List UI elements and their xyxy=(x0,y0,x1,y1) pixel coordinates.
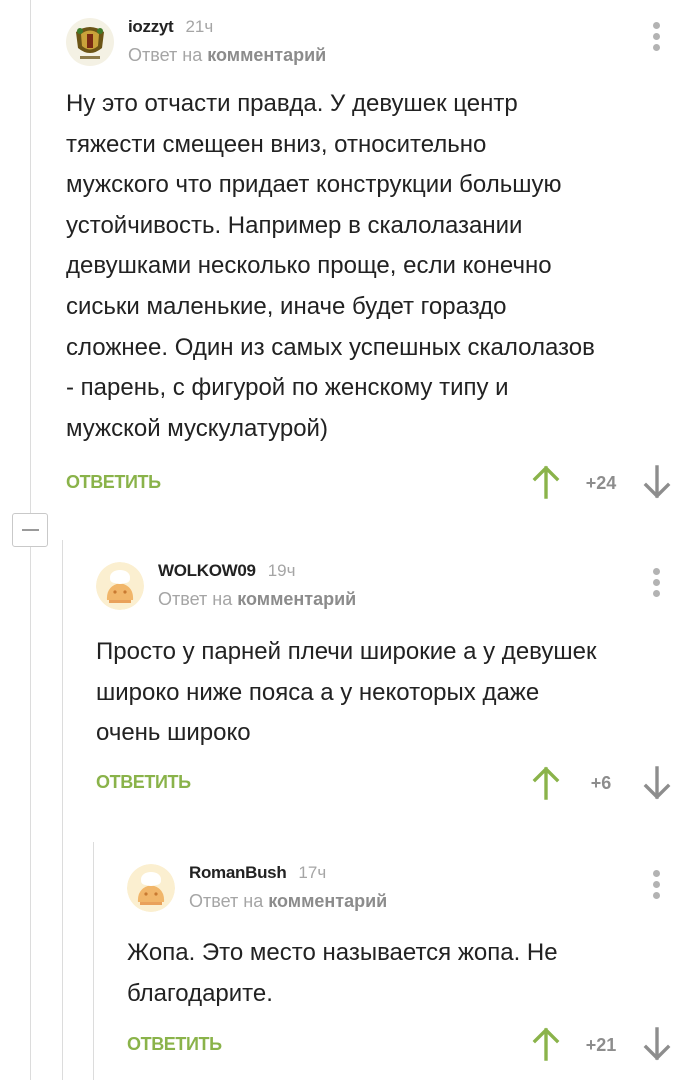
comment-author[interactable]: WOLKOW09 19ч xyxy=(158,561,296,581)
default-avatar-icon xyxy=(96,562,144,610)
reply-to-label: Ответ на комментарий xyxy=(189,891,388,911)
comment-author[interactable]: iozzyt 21ч xyxy=(128,17,213,37)
comment-time: 21ч xyxy=(185,17,214,36)
arrow-up-icon[interactable] xyxy=(531,766,561,800)
more-dots-icon[interactable] xyxy=(651,870,663,900)
thread-line xyxy=(93,842,94,1080)
comment-author[interactable]: RomanBush 17ч xyxy=(189,863,326,883)
comment-text: Ну это отчасти правда. У девушек центр т… xyxy=(66,90,595,442)
comment-time: 17ч xyxy=(298,863,327,882)
more-dots-icon[interactable] xyxy=(651,22,663,52)
arrow-up-icon[interactable] xyxy=(531,465,561,499)
reply-to-link[interactable]: комментарий xyxy=(207,45,326,65)
vote-score: +6 xyxy=(590,773,612,793)
collapse-minus-icon xyxy=(22,529,39,531)
arrow-down-icon[interactable] xyxy=(642,465,672,499)
more-dots-icon[interactable] xyxy=(651,568,663,598)
avatar[interactable] xyxy=(96,562,144,610)
reply-button[interactable]: ОТВЕТИТЬ xyxy=(96,772,191,793)
reply-to-link[interactable]: комментарий xyxy=(237,589,356,609)
vote-score: +21 xyxy=(585,1035,617,1055)
vote-score: +24 xyxy=(585,473,617,493)
reply-to-label: Ответ на комментарий xyxy=(158,589,357,609)
reply-to-link[interactable]: комментарий xyxy=(268,891,387,911)
arrow-down-icon[interactable] xyxy=(642,766,672,800)
arrow-up-icon[interactable] xyxy=(531,1027,561,1061)
reply-to-label: Ответ на комментарий xyxy=(128,45,327,65)
arrow-down-icon[interactable] xyxy=(642,1027,672,1061)
comment-text: Просто у парней плечи широкие а у девуше… xyxy=(96,638,597,747)
reply-button[interactable]: ОТВЕТИТЬ xyxy=(127,1034,222,1055)
avatar[interactable] xyxy=(66,18,114,66)
collapse-thread-button[interactable] xyxy=(12,513,48,547)
comment-text: Жопа. Это место называется жопа. Не благ… xyxy=(127,939,558,1007)
thread-line xyxy=(62,540,63,1080)
avatar[interactable] xyxy=(127,864,175,912)
reply-button[interactable]: ОТВЕТИТЬ xyxy=(66,472,161,493)
default-avatar-icon xyxy=(127,864,175,912)
crest-avatar-icon xyxy=(66,18,114,66)
comment-time: 19ч xyxy=(267,561,296,580)
